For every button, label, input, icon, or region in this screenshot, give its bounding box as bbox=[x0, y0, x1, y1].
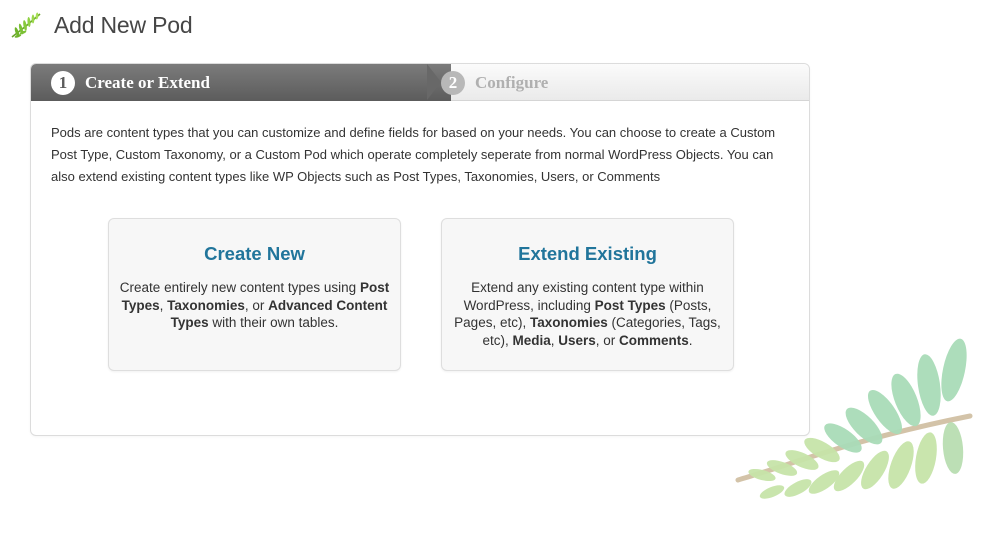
desc-text: , or bbox=[595, 332, 620, 348]
create-new-description: Create entirely new content types using … bbox=[117, 279, 392, 332]
intro-text: Pods are content types that you can cust… bbox=[51, 125, 776, 184]
add-pod-wizard: 1 Create or Extend 2 Configure Pods are … bbox=[30, 63, 810, 436]
desc-text: . bbox=[688, 332, 693, 348]
step-number-1: 1 bbox=[51, 70, 75, 95]
page-header: Add New Pod bbox=[10, 8, 193, 42]
desc-bold-users: Users bbox=[558, 332, 596, 348]
step-number-2: 2 bbox=[441, 70, 465, 95]
step-create-or-extend[interactable]: 1 Create or Extend bbox=[31, 64, 451, 101]
desc-text: Create entirely new content types using bbox=[119, 280, 360, 295]
desc-text: , bbox=[159, 297, 168, 313]
desc-bold-taxonomies: Taxonomies bbox=[167, 297, 245, 313]
create-new-title: Create New bbox=[204, 243, 305, 264]
desc-bold-comments: Comments bbox=[619, 332, 689, 348]
page-title: Add New Pod bbox=[54, 11, 193, 38]
step-arrow-icon bbox=[427, 64, 441, 100]
desc-text: , or bbox=[244, 297, 269, 313]
extend-existing-option[interactable]: Extend Existing Extend any existing cont… bbox=[441, 218, 734, 371]
create-new-option[interactable]: Create New Create entirely new content t… bbox=[108, 218, 401, 371]
desc-bold-taxonomies: Taxonomies bbox=[529, 315, 608, 330]
extend-existing-description: Extend any existing content type within … bbox=[450, 279, 725, 349]
pods-leaf-logo-icon bbox=[11, 12, 41, 38]
extend-existing-title: Extend Existing bbox=[518, 243, 657, 264]
desc-bold-media: Media bbox=[512, 332, 551, 348]
wizard-steps: 1 Create or Extend 2 Configure bbox=[31, 64, 809, 101]
desc-text: with their own tables. bbox=[208, 315, 339, 330]
step-label-create-or-extend: Create or Extend bbox=[85, 72, 210, 92]
desc-bold-post-types: Post Types bbox=[594, 297, 666, 313]
step-configure[interactable]: 2 Configure bbox=[441, 64, 548, 101]
step-label-configure: Configure bbox=[475, 72, 549, 92]
